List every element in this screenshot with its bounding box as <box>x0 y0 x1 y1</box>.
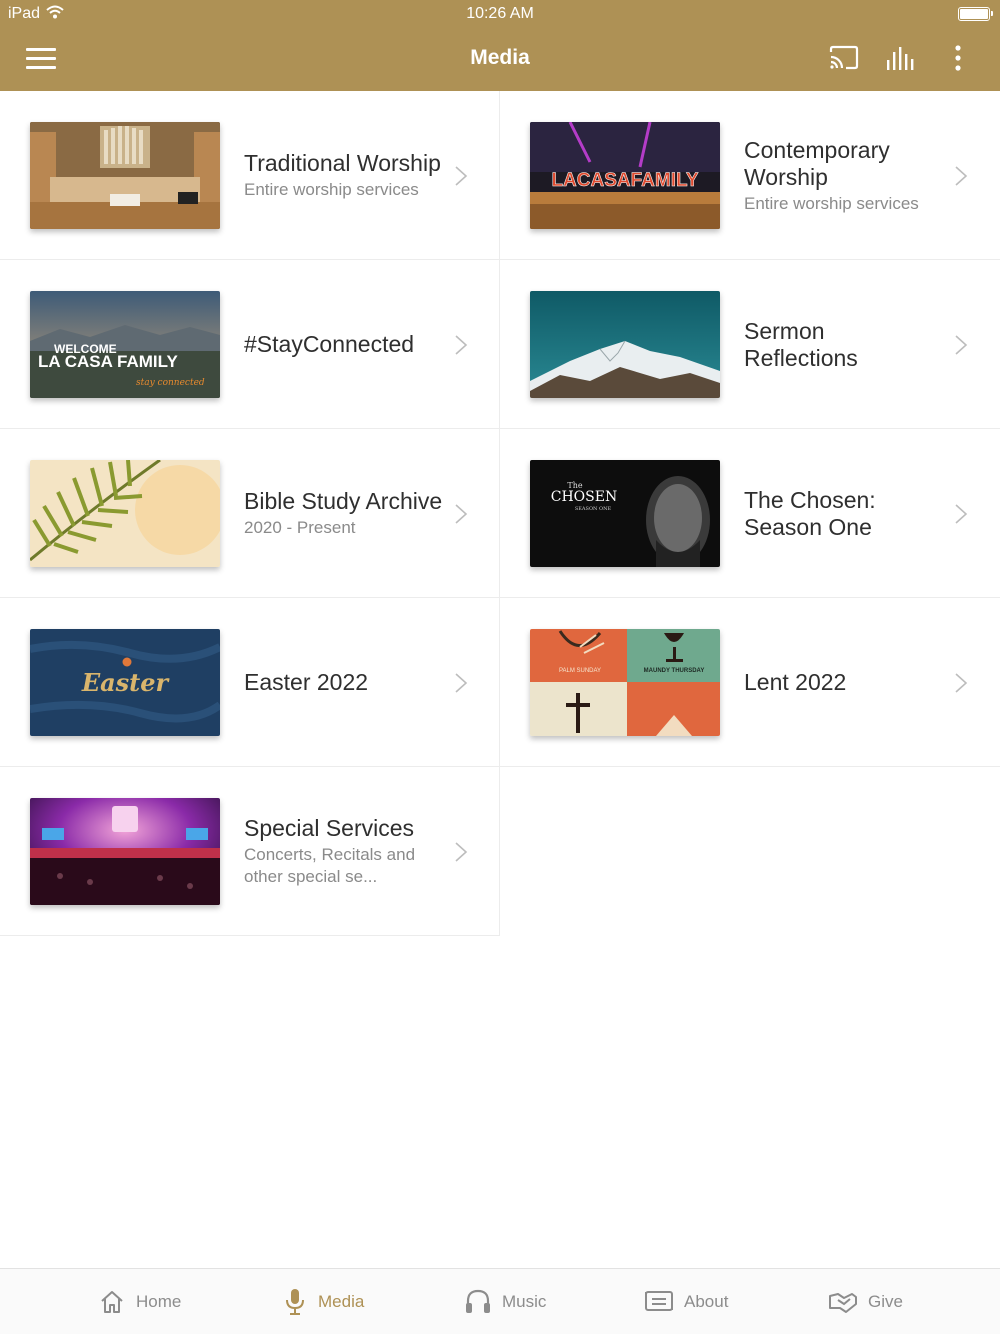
item-title: #StayConnected <box>244 331 415 357</box>
item-subtitle: 2020 - Present <box>244 518 356 537</box>
media-item-traditional-worship[interactable]: Traditional Worship Entire worship servi… <box>0 91 500 260</box>
clock: 10:26 AM <box>466 5 534 22</box>
item-subtitle: Concerts, Recitals and other special se.… <box>244 845 416 886</box>
tab-give[interactable]: Give <box>828 1287 903 1317</box>
thumb-stage-text: LACASAFAMILY <box>551 170 698 191</box>
tab-music[interactable]: Music <box>464 1287 546 1317</box>
media-item-sermon-reflections[interactable]: Sermon Reflections <box>500 260 1000 429</box>
app-header: iPad 10:26 AM Media <box>0 0 1000 91</box>
chevron-right-icon <box>955 166 968 186</box>
item-title: Bible Study Archive <box>244 488 443 514</box>
home-icon <box>101 1291 123 1313</box>
item-title: Contemporary Worship <box>744 136 890 190</box>
media-item-special-services[interactable]: Special Services Concerts, Recitals and … <box>0 767 500 936</box>
headphones-icon <box>466 1289 490 1313</box>
item-title: Special Services <box>244 815 415 841</box>
tab-media[interactable]: Media <box>282 1287 364 1317</box>
item-title: Sermon Reflections <box>744 317 858 371</box>
item-title: Easter 2022 <box>244 669 369 695</box>
media-item-the-chosen[interactable]: The CHOSEN SEASON ONE The Chosen: Season… <box>500 429 1000 598</box>
microphone-icon <box>286 1289 304 1315</box>
message-icon <box>645 1291 673 1311</box>
thumb-stay-text: stay connected <box>136 378 205 388</box>
tab-label: Media <box>318 1292 365 1311</box>
thumbnail-bible-study-archive <box>30 460 220 567</box>
thumbnail-easter-2022: Easter <box>30 629 220 736</box>
thumb-palm-text: PALM SUNDAY <box>559 668 601 674</box>
thumbnail-traditional-worship <box>30 122 220 229</box>
audio-bars-icon[interactable] <box>884 44 918 74</box>
give-hand-icon <box>829 1293 857 1313</box>
media-item-lent-2022[interactable]: PALM SUNDAY MAUNDY THURSDAY Lent 2022 <box>500 598 1000 767</box>
tab-label: Music <box>502 1292 547 1311</box>
thumb-family-text: LA CASA FAMILY <box>38 352 178 371</box>
chevron-right-icon <box>455 335 468 355</box>
status-bar: iPad 10:26 AM <box>0 0 1000 28</box>
thumb-maundy-text: MAUNDY THURSDAY <box>644 668 705 674</box>
more-vertical-icon[interactable] <box>950 44 966 74</box>
thumb-chosen-text: CHOSEN <box>551 489 617 505</box>
media-item-easter-2022[interactable]: Easter Easter 2022 <box>0 598 500 767</box>
chevron-right-icon <box>455 504 468 524</box>
chevron-right-icon <box>955 504 968 524</box>
media-item-contemporary-worship[interactable]: LACASAFAMILY Contemporary Worship Entire… <box>500 91 1000 260</box>
bottom-tab-bar: Home Media Music About Give <box>0 1268 1000 1334</box>
thumbnail-stay-connected: WELCOME LA CASA FAMILY stay connected <box>30 291 220 398</box>
chevron-right-icon <box>955 673 968 693</box>
tab-about[interactable]: About <box>644 1287 728 1317</box>
item-subtitle: Entire worship services <box>244 180 419 199</box>
thumbnail-special-services <box>30 798 220 905</box>
battery-icon <box>958 7 993 21</box>
item-title: The Chosen: Season One <box>744 486 876 540</box>
tab-home[interactable]: Home <box>98 1287 181 1317</box>
media-item-bible-study-archive[interactable]: Bible Study Archive 2020 - Present <box>0 429 500 598</box>
thumbnail-the-chosen: The CHOSEN SEASON ONE <box>530 460 720 567</box>
thumbnail-sermon-reflections <box>530 291 720 398</box>
chevron-right-icon <box>455 673 468 693</box>
tab-label: Home <box>136 1292 182 1311</box>
thumbnail-contemporary-worship: LACASAFAMILY <box>530 122 720 229</box>
chevron-right-icon <box>955 335 968 355</box>
chevron-right-icon <box>455 166 468 186</box>
thumb-season-text: SEASON ONE <box>575 506 612 512</box>
media-item-stay-connected[interactable]: WELCOME LA CASA FAMILY stay connected #S… <box>0 260 500 429</box>
thumbnail-lent-2022: PALM SUNDAY MAUNDY THURSDAY <box>530 629 720 736</box>
item-title: Lent 2022 <box>744 669 847 695</box>
item-title: Traditional Worship <box>244 150 441 176</box>
thumb-easter-text: Easter <box>81 668 171 697</box>
cast-icon[interactable] <box>828 44 860 74</box>
item-subtitle: Entire worship services <box>744 193 919 213</box>
tab-label: Give <box>868 1292 903 1311</box>
chevron-right-icon <box>455 842 468 862</box>
tab-label: About <box>684 1292 729 1311</box>
